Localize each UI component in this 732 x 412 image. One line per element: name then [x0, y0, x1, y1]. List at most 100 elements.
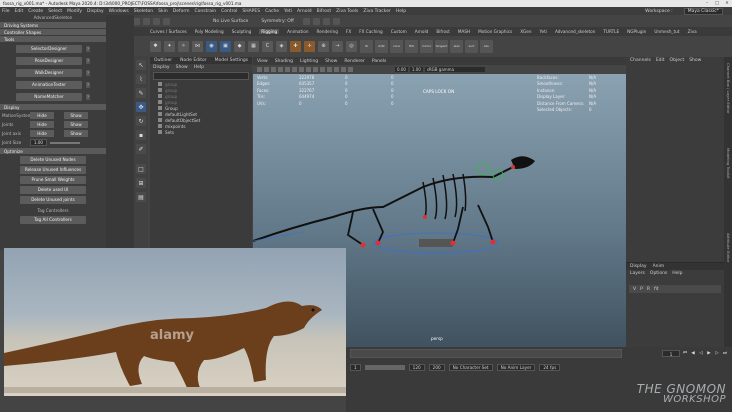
menu-skeleton[interactable]: Skeleton	[134, 9, 153, 14]
snap-grid-icon[interactable]	[133, 17, 140, 25]
menu-constrain[interactable]: Constrain	[194, 9, 216, 14]
menu-help[interactable]: Help	[396, 9, 406, 14]
current-frame-field[interactable]: 1	[662, 350, 680, 357]
last-tool-icon[interactable]: ✐	[136, 144, 146, 154]
selectordesigner-button[interactable]: SelectorDesigner	[16, 45, 82, 53]
shelf-tab-motion-graphics[interactable]: Motion Graphics	[478, 29, 512, 34]
mirror-joint-icon[interactable]: ⋈	[192, 40, 203, 52]
point-constraint-icon[interactable]: ✛	[304, 40, 315, 52]
side-tab-channel-box-layer-editor[interactable]: Channel Box / Layer Editor	[726, 63, 731, 114]
minimize-icon[interactable]: –	[702, 0, 712, 5]
render-icon[interactable]	[302, 17, 310, 25]
hypershade-icon[interactable]	[332, 17, 340, 25]
help-icon[interactable]: ?	[86, 94, 90, 100]
shelf-tab-bifrost[interactable]: Bifrost	[436, 29, 450, 34]
section-driving-systems[interactable]: Driving Systems	[0, 22, 106, 28]
blendshape-icon[interactable]: ◈	[276, 40, 287, 52]
four-view-icon[interactable]: ⊞	[136, 178, 146, 188]
layer-menu-options[interactable]: Options	[650, 271, 667, 276]
posedesigner-button[interactable]: PoseDesigner	[16, 57, 82, 65]
single-view-icon[interactable]: □	[136, 164, 146, 174]
step-forward-icon[interactable]: ▷	[714, 350, 720, 357]
layer-visibility-toggle[interactable]: V	[633, 287, 636, 292]
anim-layer-select[interactable]: No Anim Layer	[496, 364, 536, 371]
menu-yeti[interactable]: Yeti	[284, 9, 292, 14]
section-tools[interactable]: Tools	[0, 36, 106, 42]
hide-joint-axis-button[interactable]: Hide	[30, 130, 54, 137]
section-display[interactable]: Display	[0, 104, 106, 110]
release-unused-influences-button[interactable]: Release Unused Influences	[20, 166, 86, 174]
shelf-button-tangent[interactable]: tangent	[435, 39, 448, 53]
help-icon[interactable]: ?	[86, 70, 90, 76]
step-back-icon[interactable]: ◀	[690, 350, 696, 357]
namematcher-button[interactable]: NameMatcher	[16, 93, 82, 101]
delete-unused-joints-button[interactable]: Delete Unused joints	[20, 196, 86, 204]
layer-tab-anim[interactable]: Anim	[653, 264, 665, 269]
shelf-tab-rendering[interactable]: Rendering	[317, 29, 338, 34]
tab-outliner[interactable]: Outliner	[154, 58, 172, 63]
shelf-tab-arnold[interactable]: Arnold	[415, 29, 429, 34]
outliner-menu-show[interactable]: Show	[176, 65, 188, 70]
walkdesigner-button[interactable]: WalkDesigner	[16, 69, 82, 77]
ipr-render-icon[interactable]	[312, 17, 320, 25]
shelf-tab-unmesh-tut[interactable]: Unmesh_tut	[654, 29, 679, 34]
shelf-tab-ziva[interactable]: Ziva	[688, 29, 697, 34]
outliner-layout-icon[interactable]: ▤	[136, 192, 146, 202]
tab-model-settings[interactable]: Model Settings	[215, 58, 248, 63]
tag-all-controllers-button[interactable]: Tag All Controllers	[20, 216, 86, 224]
go-to-start-icon[interactable]: ⏮	[682, 350, 688, 357]
menu-display[interactable]: Display	[87, 9, 104, 14]
shelf-tab-poly-modeling[interactable]: Poly Modeling	[195, 29, 224, 34]
shelf-button-ik-fk[interactable]: ik/fk	[375, 39, 388, 53]
shelf-tab-turtle[interactable]: TURTLE	[603, 29, 619, 34]
channelbox-menu-channels[interactable]: Channels	[630, 58, 651, 63]
aim-constraint-icon[interactable]: →	[332, 40, 343, 52]
character-set-select[interactable]: No Character Set	[448, 364, 493, 371]
render-settings-icon[interactable]	[322, 17, 330, 25]
layer-menu-layers[interactable]: Layers	[630, 271, 645, 276]
lasso-tool-icon[interactable]: ⌇	[136, 74, 146, 84]
snap-curve-icon[interactable]	[143, 17, 150, 25]
joint-size-slider[interactable]	[49, 141, 80, 144]
play-forward-icon[interactable]: ▶	[706, 350, 712, 357]
help-icon[interactable]: ?	[86, 58, 90, 64]
layer-reference-toggle[interactable]: R	[647, 287, 650, 292]
insert-joint-icon[interactable]: ✧	[178, 40, 189, 52]
live-surface-field[interactable]: No Live Surface	[213, 19, 248, 24]
joint-size-field[interactable]: 1.00	[30, 139, 47, 146]
shelf-tab-rigging[interactable]: Rigging	[259, 29, 280, 34]
snap-point-icon[interactable]	[153, 17, 160, 25]
range-start-field[interactable]: 1	[350, 364, 361, 371]
outliner-search-field[interactable]	[153, 72, 249, 80]
cube-icon[interactable]: ◆	[234, 40, 245, 52]
shelf-tab-animation[interactable]: Animation	[287, 29, 308, 34]
shelf-button-all[interactable]: ALL	[480, 39, 493, 53]
delete-used-ui-button[interactable]: Delete used UI	[20, 186, 86, 194]
show-joint-axis-button[interactable]: Show	[64, 130, 88, 137]
close-icon[interactable]: ✕	[722, 0, 732, 5]
channelbox-menu-show[interactable]: Show	[689, 58, 701, 63]
fps-select[interactable]: 24 fps	[539, 364, 561, 371]
select-tool-icon[interactable]: ↖	[136, 60, 146, 70]
shelf-tab-yeti[interactable]: Yeti	[540, 29, 547, 34]
shelf-button-skel[interactable]: skel	[450, 39, 463, 53]
orient-constraint-icon[interactable]: ⊕	[318, 40, 329, 52]
move-tool-icon[interactable]: ✥	[136, 102, 146, 112]
outliner-menu-help[interactable]: Help	[194, 65, 204, 70]
ribcage[interactable]	[422, 173, 467, 220]
hide-motionsystem-button[interactable]: Hide	[30, 112, 54, 119]
pole-vector-icon[interactable]: ◎	[346, 40, 357, 52]
shelf-button-cons[interactable]: cons	[390, 39, 403, 53]
cluster-icon[interactable]: C	[262, 40, 273, 52]
joint-tool-icon[interactable]: ✱	[150, 40, 161, 52]
shelf-tab-advanced-skeleton[interactable]: Advanced_skeleton	[555, 29, 595, 34]
menu-bifrost[interactable]: Bifrost	[317, 9, 332, 14]
side-tab-modeling-toolkit[interactable]: Modeling Toolkit	[726, 148, 731, 179]
outliner-menu-display[interactable]: Display	[153, 65, 170, 70]
range-max-field[interactable]: 200	[428, 364, 445, 371]
menu-skin[interactable]: Skin	[158, 9, 168, 14]
layer-playback-toggle[interactable]: P	[640, 287, 643, 292]
menu-select[interactable]: Select	[48, 9, 62, 14]
menu-ziva-tracker[interactable]: Ziva Tracker	[363, 9, 390, 14]
range-end-field[interactable]: 120	[408, 364, 425, 371]
